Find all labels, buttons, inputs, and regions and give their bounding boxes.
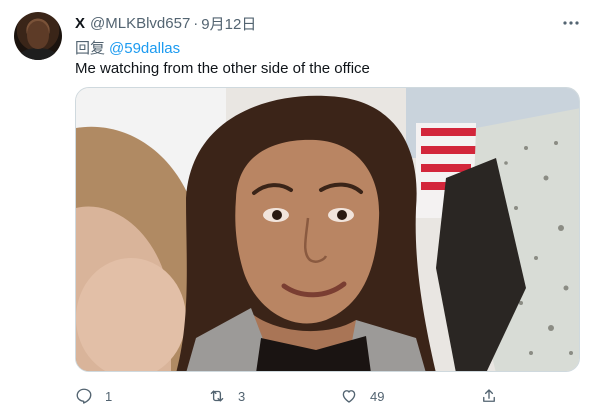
photo-media [76, 88, 579, 371]
share-button[interactable] [480, 385, 498, 407]
tweet-text: Me watching from the other side of the o… [75, 60, 370, 77]
reply-count: 1 [105, 388, 113, 404]
reply-prefix: 回复 [75, 40, 106, 57]
reply-icon [76, 388, 92, 404]
avatar[interactable] [14, 12, 62, 60]
reply-context: 回复 @59dallas [75, 37, 180, 58]
retweet-button[interactable]: 3 [208, 385, 245, 407]
retweet-count: 3 [238, 388, 246, 404]
tweet-date[interactable]: 9月12日 [201, 13, 256, 34]
tweet-card[interactable]: X @MLKBlvd657 · 9月12日 回复 @59dallas Me wat… [0, 0, 593, 415]
more-icon[interactable] [560, 12, 582, 34]
tweet-actions: 1 3 49 [75, 385, 580, 407]
tweet-photo[interactable] [75, 87, 580, 372]
separator-dot: · [193, 14, 199, 32]
like-button[interactable]: 49 [340, 385, 384, 407]
tweet-header: X @MLKBlvd657 · 9月12日 [75, 13, 256, 33]
like-count: 49 [370, 388, 385, 404]
author-name[interactable]: X [75, 15, 85, 32]
like-icon [342, 390, 356, 403]
reply-button[interactable]: 1 [75, 385, 112, 407]
reply-mention-link[interactable]: @59dallas [109, 40, 180, 57]
author-handle[interactable]: @MLKBlvd657 [90, 15, 190, 32]
share-icon [483, 389, 495, 402]
retweet-icon [210, 390, 224, 402]
